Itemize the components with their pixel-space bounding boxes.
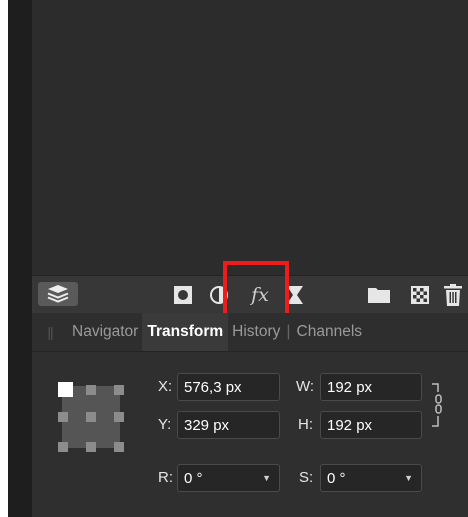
chevron-down-icon: ▼: [262, 473, 271, 483]
anchor-center[interactable]: [86, 412, 96, 422]
live-filter-icon: [287, 286, 303, 304]
h-label: H:: [298, 416, 313, 433]
layers-toolbar: fx: [32, 275, 468, 313]
transform-panel: X: 576,3 px W: 192 px Y: 329 px H: 192 p…: [32, 352, 468, 517]
delete-layer-button[interactable]: [442, 282, 464, 308]
adjustments-button[interactable]: [208, 282, 230, 308]
anchor-point-selector[interactable]: [58, 382, 124, 452]
anchor-middle-right[interactable]: [114, 412, 124, 422]
trash-icon: [444, 284, 462, 306]
x-position-input[interactable]: 576,3 px: [177, 373, 280, 401]
height-input[interactable]: 192 px: [320, 411, 422, 439]
drag-grip-icon[interactable]: ||: [32, 324, 68, 340]
anchor-bottom-left[interactable]: [58, 442, 68, 452]
r-label: R:: [158, 469, 173, 486]
rotation-dropdown[interactable]: 0 ° ▼: [177, 464, 280, 492]
w-label: W:: [296, 378, 315, 395]
tab-separator: |: [286, 323, 291, 340]
checker-icon: [411, 286, 429, 304]
studio-tabs: || Navigator Transform History | Channel…: [32, 313, 468, 352]
folder-icon: [368, 288, 390, 303]
x-label: X:: [158, 378, 173, 395]
mask-icon: [174, 286, 192, 304]
anchor-top-right[interactable]: [114, 385, 124, 395]
tools-gutter: [8, 0, 32, 517]
mask-layer-button[interactable]: [172, 282, 194, 308]
anchor-top-center[interactable]: [86, 385, 96, 395]
width-input[interactable]: 192 px: [320, 373, 422, 401]
adjustment-circle-icon: [210, 286, 228, 304]
layers-panel-area: [32, 0, 468, 275]
anchor-bottom-center[interactable]: [86, 442, 96, 452]
tab-transform[interactable]: Transform: [142, 313, 229, 351]
s-label: S:: [299, 469, 314, 486]
y-position-input[interactable]: 329 px: [177, 411, 280, 439]
group-layers-button[interactable]: [366, 282, 392, 308]
shear-dropdown[interactable]: 0 ° ▼: [320, 464, 422, 492]
tab-history[interactable]: History: [228, 323, 284, 341]
link-chain-icon[interactable]: [430, 382, 444, 428]
anchor-top-left[interactable]: [58, 382, 73, 397]
fx-icon: fx: [251, 284, 269, 306]
anchor-bottom-right[interactable]: [114, 442, 124, 452]
rotation-value: 0 °: [184, 469, 203, 487]
fx-button[interactable]: fx: [242, 282, 278, 308]
shear-value: 0 °: [327, 469, 346, 487]
tab-channels[interactable]: Channels: [293, 323, 367, 341]
tab-navigator[interactable]: Navigator: [68, 323, 142, 341]
y-label: Y:: [158, 416, 172, 433]
pixel-layer-button[interactable]: [408, 282, 432, 308]
layers-stack-icon: [47, 285, 69, 303]
layers-panel-button[interactable]: [38, 282, 78, 306]
chevron-down-icon: ▼: [404, 473, 413, 483]
window-edge: [0, 0, 8, 517]
anchor-middle-left[interactable]: [58, 412, 68, 422]
live-filters-button[interactable]: [284, 282, 306, 308]
